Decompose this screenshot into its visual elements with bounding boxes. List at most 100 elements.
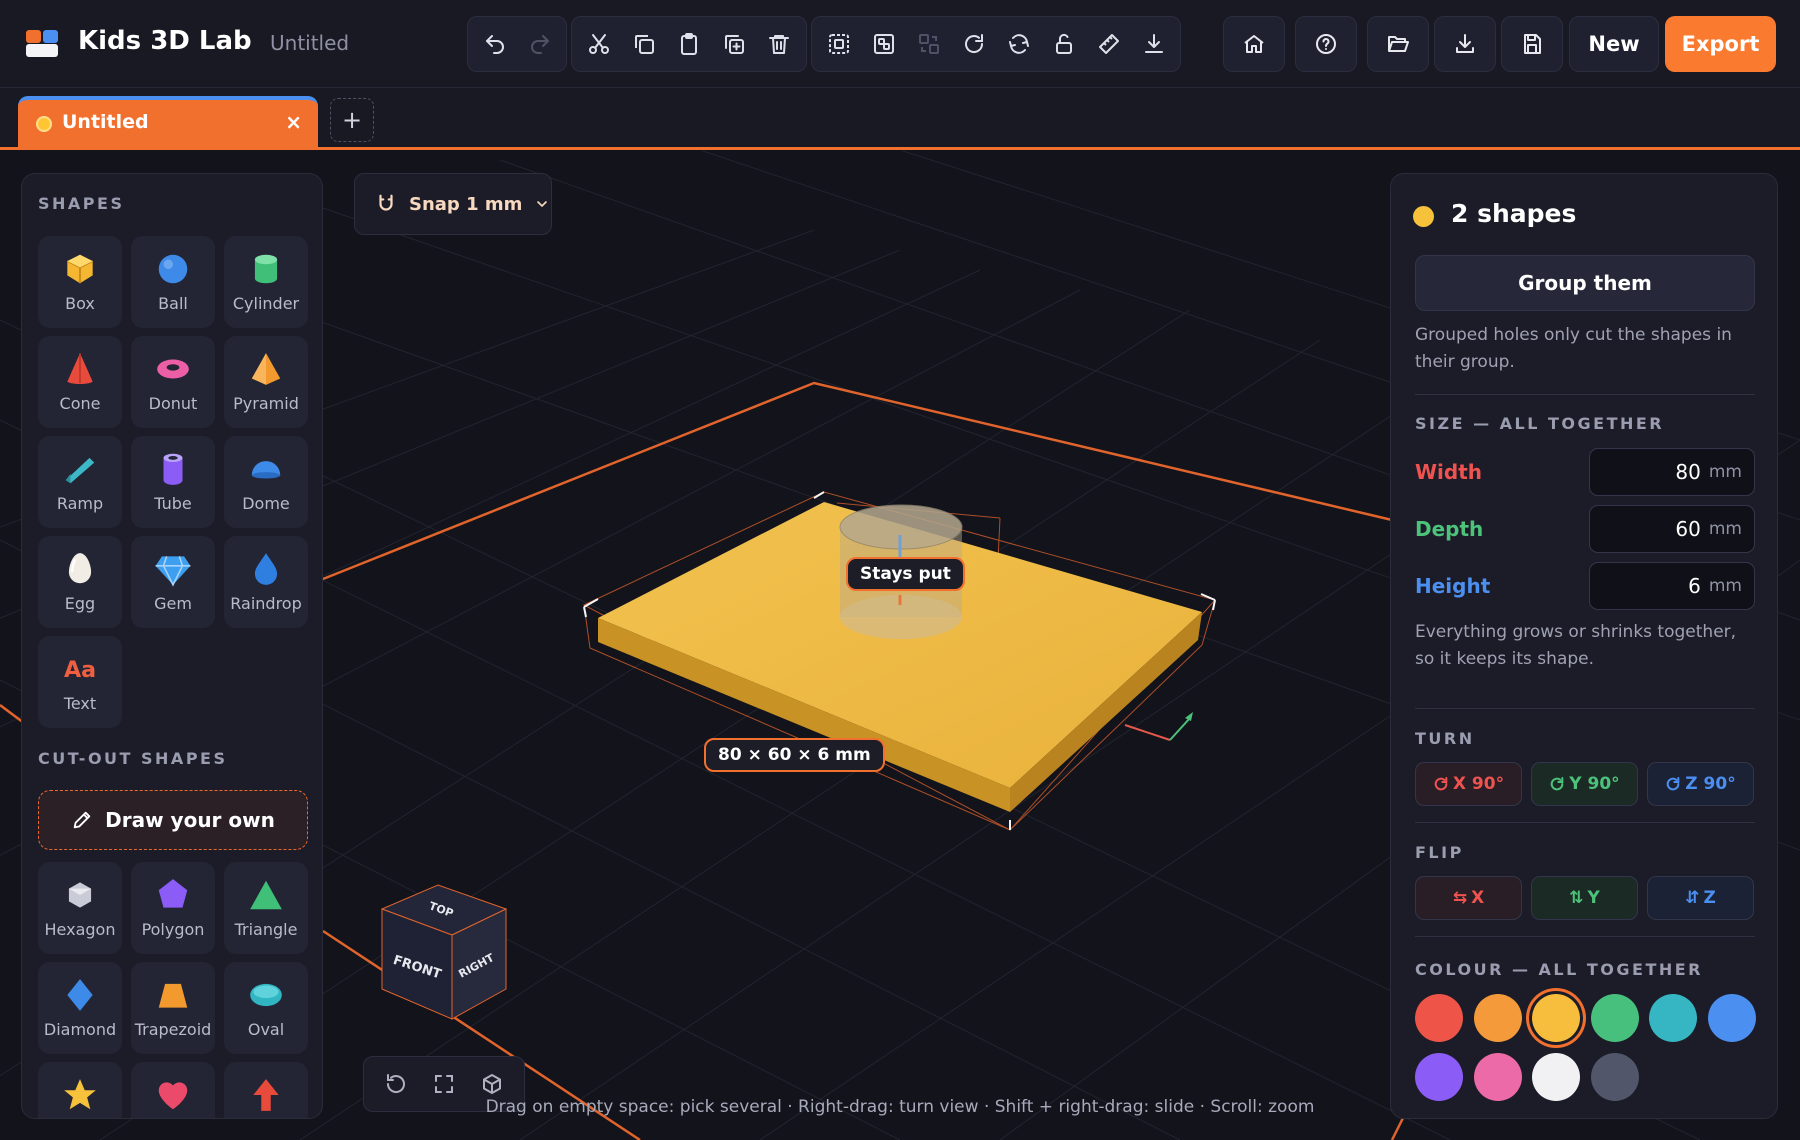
pyramid-icon	[251, 353, 281, 385]
new-button[interactable]: New	[1569, 16, 1659, 72]
divider	[1415, 936, 1755, 937]
colour-swatch[interactable]	[1415, 1053, 1463, 1101]
reset-view-icon[interactable]	[384, 1072, 408, 1096]
shape-tile-pyramid[interactable]: Pyramid	[224, 336, 308, 428]
open-button[interactable]	[1367, 16, 1429, 72]
edit-toolbar-group	[571, 16, 807, 72]
shape-tile-diamond[interactable]: Diamond	[38, 962, 122, 1054]
width-label: Width	[1415, 460, 1483, 484]
depth-label: Depth	[1415, 517, 1484, 541]
shape-tile-triangle[interactable]: Triangle	[224, 862, 308, 954]
copy-icon[interactable]	[621, 21, 666, 67]
shape-label: Polygon	[141, 920, 205, 939]
fit-view-icon[interactable]	[432, 1072, 456, 1096]
shape-tile-ball[interactable]: Ball	[131, 236, 215, 328]
ungroup-icon[interactable]	[861, 21, 906, 67]
width-value[interactable]: 80	[1675, 460, 1700, 484]
tab-untitled[interactable]: Untitled ×	[18, 96, 318, 150]
colour-swatch[interactable]	[1590, 1053, 1639, 1101]
draw-your-own-button[interactable]: Draw your own	[38, 790, 308, 850]
width-field[interactable]: 80 mm	[1589, 448, 1755, 496]
selection-color-dot	[1413, 206, 1434, 227]
shape-tile-cone[interactable]: Cone	[38, 336, 122, 428]
shape-tile-egg[interactable]: Egg	[38, 536, 122, 628]
gem-icon	[155, 556, 191, 587]
view-cube[interactable]: TOP FRONT RIGHT	[368, 879, 518, 1029]
import-button[interactable]	[1434, 16, 1496, 72]
divider	[1415, 394, 1755, 395]
colour-swatch[interactable]	[1590, 994, 1639, 1042]
shape-tile-arrow-up[interactable]	[224, 1062, 308, 1118]
arrow-up-icon	[253, 1079, 279, 1111]
shape-tile-raindrop[interactable]: Raindrop	[224, 536, 308, 628]
cut-icon[interactable]	[576, 21, 621, 67]
colour-swatch[interactable]	[1473, 994, 1522, 1042]
rotate-icon[interactable]	[951, 21, 996, 67]
shape-tile-ramp[interactable]: Ramp	[38, 436, 122, 528]
snap-dropdown[interactable]: Snap 1 mm	[354, 173, 552, 235]
shape-tile-polygon[interactable]: Polygon	[131, 862, 215, 954]
height-field[interactable]: 6 mm	[1589, 562, 1755, 610]
align-icon[interactable]	[906, 21, 951, 67]
depth-value[interactable]: 60	[1675, 517, 1700, 541]
document-title[interactable]: Untitled	[270, 31, 349, 55]
undo-icon[interactable]	[472, 21, 517, 67]
turn-x-button[interactable]: X 90°	[1415, 762, 1522, 806]
colour-swatch[interactable]	[1707, 994, 1756, 1042]
drop-to-floor-icon[interactable]	[1131, 21, 1176, 67]
cutout-heading: CUT-OUT SHAPES	[38, 749, 228, 768]
shape-tile-oval[interactable]: Oval	[224, 962, 308, 1054]
shape-label: Oval	[247, 1020, 285, 1039]
flip-x-button[interactable]: ⇆ X	[1415, 876, 1522, 920]
paste-icon[interactable]	[666, 21, 711, 67]
shape-tile-box[interactable]: Box	[38, 236, 122, 328]
trapezoid-icon	[158, 983, 188, 1008]
home-button[interactable]	[1223, 16, 1285, 72]
turn-y-button[interactable]: Y 90°	[1531, 762, 1638, 806]
shape-tile-star[interactable]	[38, 1062, 122, 1118]
shape-tile-gem[interactable]: Gem	[131, 536, 215, 628]
colour-swatch[interactable]	[1532, 994, 1580, 1042]
ruler-icon[interactable]	[1086, 21, 1131, 67]
duplicate-icon[interactable]	[711, 21, 756, 67]
add-tab-button[interactable]: +	[330, 98, 374, 142]
svg-text:Aa: Aa	[64, 657, 96, 683]
depth-field[interactable]: 60 mm	[1589, 505, 1755, 553]
flip-z-icon: ⇵	[1685, 888, 1700, 908]
unlock-icon[interactable]	[1041, 21, 1086, 67]
triangle-icon	[250, 880, 282, 910]
turn-z-button[interactable]: Z 90°	[1647, 762, 1754, 806]
donut-icon	[157, 359, 189, 379]
snap-label: Snap 1 mm	[409, 193, 523, 215]
flip-y-button[interactable]: ⇅ Y	[1531, 876, 1638, 920]
colour-swatch[interactable]	[1649, 994, 1697, 1042]
divider	[1415, 822, 1755, 823]
shape-tile-trapezoid[interactable]: Trapezoid	[131, 962, 215, 1054]
shape-tile-heart[interactable]	[131, 1062, 215, 1118]
mirror-icon[interactable]	[996, 21, 1041, 67]
shape-tile-dome[interactable]: Dome	[224, 436, 308, 528]
group-them-button[interactable]: Group them	[1415, 255, 1755, 311]
save-button[interactable]	[1501, 16, 1563, 72]
shape-tile-hexagon[interactable]: Hexagon	[38, 862, 122, 954]
flip-z-button[interactable]: ⇵ Z	[1647, 876, 1754, 920]
export-button[interactable]: Export	[1665, 16, 1776, 72]
shape-tile-cylinder[interactable]: Cylinder	[224, 236, 308, 328]
perspective-icon[interactable]	[480, 1072, 504, 1096]
colour-swatch[interactable]	[1532, 1053, 1580, 1101]
colour-swatch[interactable]	[1473, 1053, 1522, 1101]
shape-tile-tube[interactable]: Tube	[131, 436, 215, 528]
height-value[interactable]: 6	[1688, 574, 1701, 598]
redo-icon[interactable]	[517, 21, 562, 67]
tube-icon	[163, 453, 183, 485]
flip-x-icon: ⇆	[1452, 888, 1468, 908]
colour-swatch[interactable]	[1415, 994, 1463, 1042]
shape-tile-text[interactable]: Aa Text	[38, 636, 122, 728]
shape-label: Donut	[148, 394, 198, 413]
tab-close-icon[interactable]: ×	[285, 110, 302, 134]
group-icon[interactable]	[816, 21, 861, 67]
help-button[interactable]	[1295, 16, 1357, 72]
shape-tile-donut[interactable]: Donut	[131, 336, 215, 428]
raindrop-icon	[254, 553, 278, 585]
delete-icon[interactable]	[756, 21, 801, 67]
